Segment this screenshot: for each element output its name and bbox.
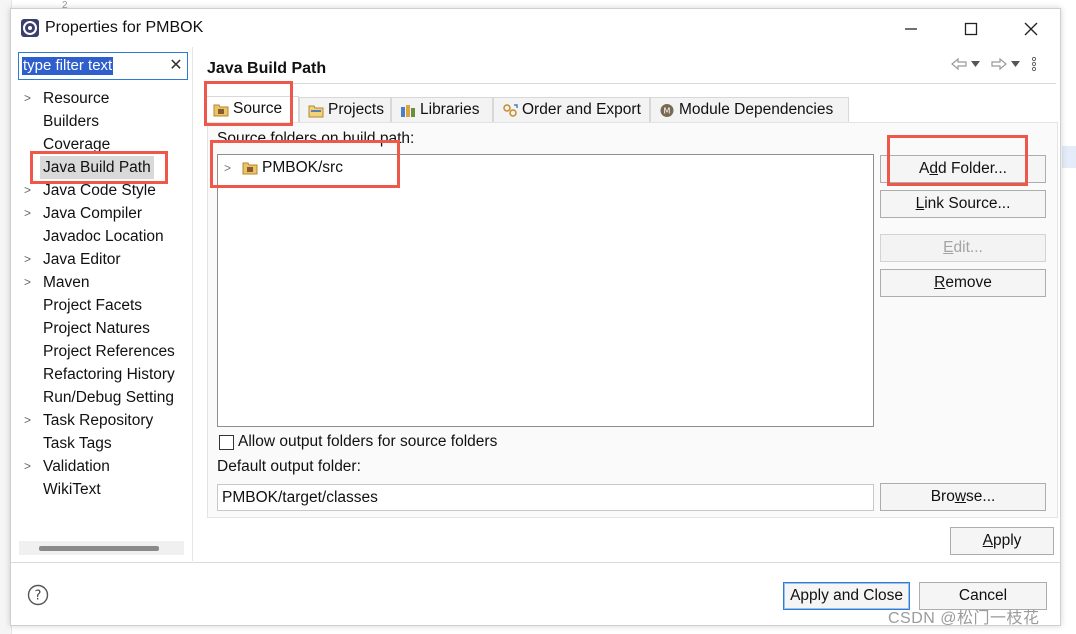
category-panel: type filter text ✕ > Resource Builders Cove… — [16, 47, 193, 561]
source-folders-list[interactable]: > PMBOK/src — [217, 154, 874, 427]
annotation-box-add-folder — [887, 135, 1028, 186]
module-icon: M — [660, 104, 674, 117]
tree-item-label: Project Natures — [43, 320, 150, 337]
expand-chevron-icon[interactable]: > — [24, 455, 36, 478]
tree-item-project-natures[interactable]: Project Natures — [16, 317, 193, 340]
allow-output-label[interactable]: Allow output folders for source folders — [238, 433, 497, 451]
tree-item-label: Task Repository — [43, 412, 154, 429]
tree-item-refactoring-history[interactable]: Refactoring History — [16, 363, 193, 386]
back-icon[interactable] — [951, 58, 967, 70]
tree-item-javadoc-location[interactable]: Javadoc Location — [16, 225, 193, 248]
page-navigation — [951, 55, 1051, 75]
header-divider — [204, 83, 1056, 84]
tree-item-project-facets[interactable]: Project Facets — [16, 294, 193, 317]
page-title: Java Build Path — [207, 60, 327, 77]
footer-divider — [11, 562, 1060, 563]
tree-item-builders[interactable]: Builders — [16, 110, 193, 133]
maximize-icon — [964, 22, 978, 36]
tree-item-java-compiler[interactable]: > Java Compiler — [16, 202, 193, 225]
help-icon[interactable]: ? — [27, 584, 49, 606]
window-title: Properties for PMBOK — [45, 19, 204, 36]
annotation-box-java-build-path — [30, 151, 168, 184]
tab-projects[interactable]: Projects — [299, 97, 391, 123]
tree-item-label: Project Facets — [43, 297, 143, 314]
tab-libraries-label: Libraries — [420, 101, 480, 118]
expand-chevron-icon[interactable]: > — [24, 202, 36, 225]
horizontal-scrollbar[interactable] — [19, 541, 184, 555]
forward-icon[interactable] — [991, 58, 1007, 70]
edit-button[interactable]: Edit... — [880, 234, 1046, 262]
tree-item-label: Java Editor — [43, 251, 121, 268]
tree-item-label: Project References — [43, 343, 175, 360]
tree-item-label: Java Compiler — [43, 205, 143, 222]
expand-chevron-icon[interactable]: > — [24, 248, 36, 271]
tree-item-label: Resource — [43, 90, 110, 107]
tree-item-label: Builders — [43, 113, 99, 130]
allow-output-checkbox[interactable] — [219, 435, 234, 450]
scrollbar-thumb[interactable] — [39, 546, 159, 551]
tree-item-label: WikiText — [43, 481, 101, 498]
tab-module-dependencies[interactable]: M Module Dependencies — [650, 97, 849, 123]
default-output-field[interactable]: PMBOK/target/classes — [217, 484, 874, 511]
tab-module-dependencies-label: Module Dependencies — [679, 101, 834, 118]
tree-item-label: Validation — [43, 458, 110, 475]
tab-order-and-export-label: Order and Export — [522, 101, 641, 118]
tree-item-wikitext[interactable]: WikiText — [16, 478, 193, 501]
expand-chevron-icon[interactable]: > — [24, 87, 36, 110]
tree-item-label: Run/Debug Setting — [43, 389, 174, 406]
back-menu-chevron-icon[interactable] — [971, 61, 980, 67]
minimize-button[interactable] — [891, 15, 931, 43]
tree-item-run-debug-setting[interactable]: Run/Debug Setting — [16, 386, 193, 409]
svg-text:?: ? — [35, 589, 42, 604]
maximize-button[interactable] — [951, 15, 991, 43]
watermark-text: CSDN @松门一枝花 — [888, 610, 1040, 627]
tree-item-project-references[interactable]: Project References — [16, 340, 193, 363]
filter-input[interactable]: type filter text ✕ — [18, 52, 188, 80]
browse-button[interactable]: Browse... — [880, 483, 1046, 511]
minimize-icon — [905, 28, 917, 30]
tree-item-resource[interactable]: > Resource — [16, 87, 193, 110]
category-tree: > Resource Builders Coverage Java Build Path… — [16, 87, 193, 501]
tree-item-maven[interactable]: > Maven — [16, 271, 193, 294]
expand-chevron-icon[interactable]: > — [24, 409, 36, 432]
order-export-icon — [503, 104, 518, 117]
expand-chevron-icon[interactable]: > — [24, 271, 36, 294]
clear-icon[interactable]: ✕ — [167, 57, 185, 75]
remove-button[interactable]: Remove — [880, 269, 1046, 297]
filter-placeholder-text[interactable]: type filter text — [22, 57, 114, 75]
link-source-button[interactable]: Link Source... — [880, 190, 1046, 218]
close-button[interactable] — [1011, 15, 1051, 43]
eclipse-app-icon — [21, 19, 39, 37]
default-output-label: Default output folder: — [217, 458, 361, 475]
view-menu-icon[interactable] — [1031, 56, 1037, 72]
tab-projects-label: Projects — [328, 101, 384, 118]
projects-icon — [308, 105, 324, 118]
tree-item-label: Refactoring History — [43, 366, 175, 383]
tab-libraries[interactable]: Libraries — [391, 97, 493, 123]
title-bar[interactable]: Properties for PMBOK — [11, 9, 1060, 47]
tree-item-label: Task Tags — [43, 435, 112, 452]
forward-menu-chevron-icon[interactable] — [1011, 61, 1020, 67]
libraries-icon — [401, 105, 415, 117]
tree-item-label: Maven — [43, 274, 90, 291]
tree-item-java-editor[interactable]: > Java Editor — [16, 248, 193, 271]
tab-order-and-export[interactable]: Order and Export — [493, 97, 650, 123]
apply-button[interactable]: Apply — [950, 527, 1054, 555]
background-selection-strip — [1062, 146, 1076, 168]
background-line-number: 2 — [62, 0, 68, 11]
annotation-box-source-tab — [204, 81, 293, 126]
annotation-box-source-folder — [210, 140, 400, 188]
properties-dialog: Properties for PMBOK type filter text ✕ … — [10, 8, 1061, 626]
tree-item-validation[interactable]: > Validation — [16, 455, 193, 478]
tree-item-task-repository[interactable]: > Task Repository — [16, 409, 193, 432]
tree-item-label: Javadoc Location — [43, 228, 164, 245]
svg-text:M: M — [664, 107, 671, 116]
close-icon — [1024, 22, 1038, 36]
tree-item-task-tags[interactable]: Task Tags — [16, 432, 193, 455]
